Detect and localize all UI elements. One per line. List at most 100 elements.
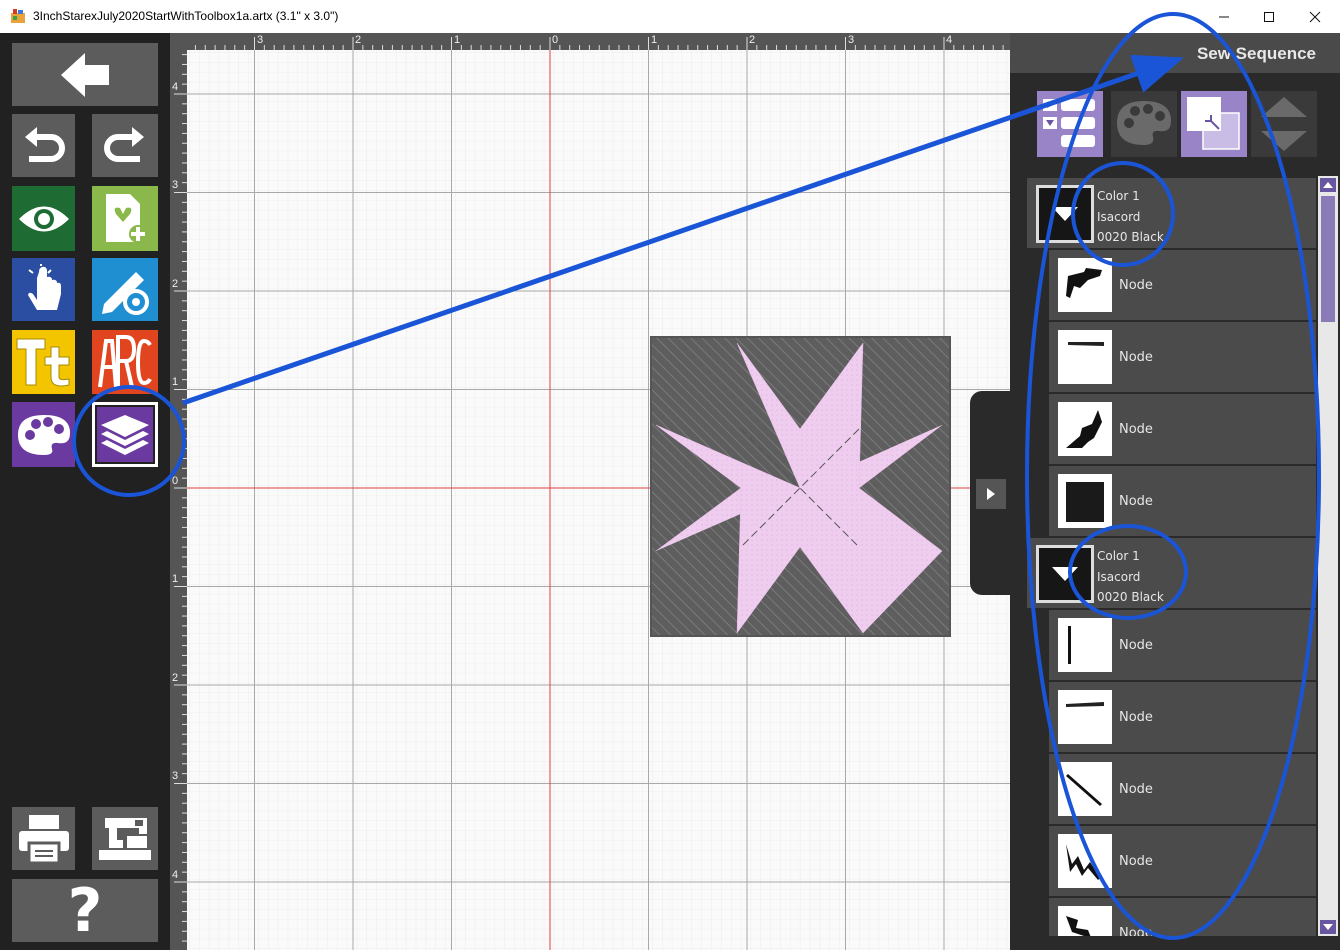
embroidery-design[interactable] xyxy=(650,336,951,637)
color-label: Color 1 xyxy=(1097,189,1140,203)
ruler-top-label: 2 xyxy=(355,34,362,46)
list-item[interactable]: Node xyxy=(1049,752,1316,824)
node-thumbnail xyxy=(1058,834,1112,888)
node-label: Node xyxy=(1119,710,1153,725)
undo-button[interactable] xyxy=(12,114,75,177)
left-toolbar: ? xyxy=(0,33,170,950)
sew-sequence-button[interactable] xyxy=(92,402,158,467)
ruler-top-label: 1 xyxy=(454,34,461,46)
node-thumbnail xyxy=(1058,618,1112,672)
list-item[interactable]: Node xyxy=(1049,392,1316,464)
ruler-top-label: 0 xyxy=(552,34,559,46)
move-down-button[interactable] xyxy=(1251,124,1317,157)
undo-icon xyxy=(24,126,65,162)
text-tt-icon xyxy=(16,338,69,387)
ruler-left-label: 3 xyxy=(172,179,179,191)
text-button[interactable] xyxy=(12,330,75,394)
color-sort-button[interactable] xyxy=(1111,91,1177,157)
ruler-top-label: 4 xyxy=(946,34,953,46)
pencil-gear-icon xyxy=(102,271,149,315)
minimize-icon xyxy=(1219,16,1229,17)
maximize-icon xyxy=(1264,11,1274,22)
help-button[interactable]: ? xyxy=(12,879,158,942)
canvas-grid xyxy=(170,33,1010,950)
layer-order-icon xyxy=(1187,97,1240,150)
list-item[interactable]: Node xyxy=(1049,320,1316,392)
add-design-button[interactable] xyxy=(92,186,158,251)
ruler-left-label: 0 xyxy=(172,475,179,487)
list-item[interactable]: Node xyxy=(1049,680,1316,752)
maximize-button[interactable] xyxy=(1246,0,1292,33)
ruler-left-label: 4 xyxy=(172,869,179,881)
send-to-machine-button[interactable] xyxy=(92,807,158,870)
color-info: Color 1 Isacord 0020 Black xyxy=(1097,186,1164,248)
printer-icon xyxy=(18,814,69,864)
select-button[interactable] xyxy=(12,258,75,321)
node-thumbnail xyxy=(1058,690,1112,744)
color-group-row[interactable]: Color 1 Isacord 0020 Black xyxy=(1027,176,1316,248)
color-swatch[interactable] xyxy=(1036,545,1094,603)
scroll-up-icon xyxy=(1323,182,1333,188)
node-thumbnail xyxy=(1058,330,1112,384)
list-item[interactable]: Node xyxy=(1049,896,1316,936)
minimize-button[interactable] xyxy=(1201,0,1247,33)
color-info: Color 1 Isacord 0020 Black xyxy=(1097,546,1164,608)
thread-brand: Isacord xyxy=(1097,209,1141,224)
thread-brand: Isacord xyxy=(1097,569,1141,584)
list-view-button[interactable] xyxy=(1037,91,1103,157)
ruler-left-label: 1 xyxy=(172,376,179,388)
thread-name: 0020 Black xyxy=(1097,590,1164,604)
ruler-left-label: 2 xyxy=(172,672,179,684)
palette-icon xyxy=(17,414,70,455)
ruler-top-label: 3 xyxy=(848,34,855,46)
list-view-icon xyxy=(1043,99,1095,147)
question-icon: ? xyxy=(67,875,103,946)
scroll-down-icon xyxy=(1323,924,1333,930)
color-group-row[interactable]: Color 1 Isacord 0020 Black xyxy=(1027,536,1316,608)
layer-order-button[interactable] xyxy=(1181,91,1247,157)
add-document-icon xyxy=(106,193,147,243)
colors-button[interactable] xyxy=(12,402,75,467)
print-button[interactable] xyxy=(12,807,75,870)
list-scrollbar[interactable] xyxy=(1318,176,1338,936)
list-item[interactable]: Node xyxy=(1049,608,1316,680)
scrollbar-thumb[interactable] xyxy=(1321,196,1335,322)
chevron-right-icon xyxy=(987,488,995,500)
close-button[interactable] xyxy=(1292,0,1338,33)
monogram-icon xyxy=(98,335,152,388)
node-label: Node xyxy=(1119,350,1153,365)
ruler-left-label: 1 xyxy=(172,573,179,585)
node-label: Node xyxy=(1119,854,1153,869)
sew-sequence-list: Color 1 Isacord 0020 Black Node Node Nod… xyxy=(1027,176,1316,936)
thread-name: 0020 Black xyxy=(1097,230,1164,244)
panel-header: Sew Sequence xyxy=(1010,33,1340,73)
redo-icon xyxy=(104,126,144,162)
node-label: Node xyxy=(1119,494,1153,509)
node-label: Node xyxy=(1119,638,1153,653)
node-label: Node xyxy=(1119,422,1153,437)
redo-button[interactable] xyxy=(92,114,158,177)
list-item[interactable]: Node xyxy=(1049,464,1316,536)
window-title: 3InchStarexJuly2020StartWithToolbox1a.ar… xyxy=(33,9,339,23)
panel-collapse-tab[interactable] xyxy=(970,391,1010,595)
window-title-bar: 3InchStarexJuly2020StartWithToolbox1a.ar… xyxy=(0,0,1340,33)
node-label: Node xyxy=(1119,782,1153,797)
move-up-button[interactable] xyxy=(1251,91,1317,124)
preview-button[interactable] xyxy=(12,186,75,251)
list-item[interactable]: Node xyxy=(1049,824,1316,896)
arrow-left-icon xyxy=(61,52,109,97)
edit-settings-button[interactable] xyxy=(92,258,158,321)
sewing-machine-icon xyxy=(99,817,151,860)
monogram-button[interactable] xyxy=(92,330,158,394)
ruler-left-label: 4 xyxy=(172,81,179,93)
back-button[interactable] xyxy=(12,43,158,106)
layers-icon xyxy=(101,414,149,455)
color-swatch[interactable] xyxy=(1036,185,1094,243)
close-icon xyxy=(1309,11,1321,22)
ruler-left-label: 3 xyxy=(172,770,179,782)
ruler-top-label: 3 xyxy=(257,34,264,46)
app-icon xyxy=(11,9,25,23)
list-item[interactable]: Node xyxy=(1049,248,1316,320)
design-canvas[interactable]: 3 2 1 0 1 2 3 4 4 3 2 1 0 1 2 3 4 xyxy=(170,33,1010,950)
node-thumbnail xyxy=(1058,762,1112,816)
